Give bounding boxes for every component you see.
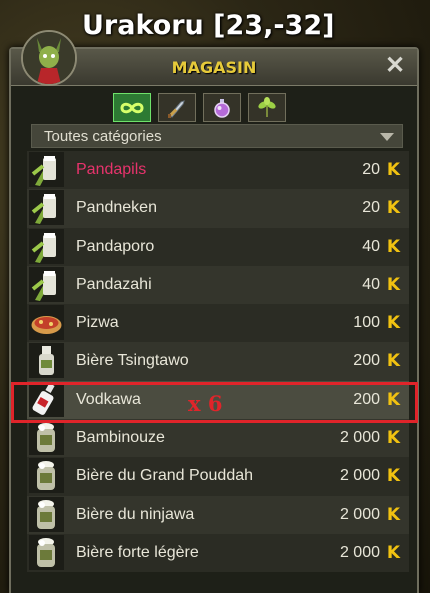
beer-bottle-icon bbox=[29, 343, 64, 379]
item-price: 2 000 bbox=[339, 505, 380, 523]
item-name: Bière du ninjawa bbox=[76, 505, 195, 523]
category-tabs bbox=[113, 93, 286, 122]
bamboo-beer-icon bbox=[29, 152, 64, 187]
avatar[interactable] bbox=[21, 30, 77, 86]
item-name: Bière Tsingtawo bbox=[76, 352, 189, 370]
kama-currency-icon: K bbox=[386, 236, 400, 257]
kama-currency-icon: K bbox=[386, 274, 400, 295]
shop-item-row[interactable]: Bière Tsingtawo 200 K bbox=[27, 342, 409, 381]
item-name: Pandazahi bbox=[76, 275, 152, 293]
item-price: 200 bbox=[353, 352, 380, 370]
jug-icon bbox=[29, 496, 64, 532]
kama-currency-icon: K bbox=[386, 389, 400, 410]
shop-item-row[interactable]: Bière forte légère 2 000 K bbox=[27, 533, 409, 573]
bamboo-beer-icon bbox=[29, 190, 64, 226]
kama-currency-icon: K bbox=[386, 504, 400, 525]
item-price: 2 000 bbox=[339, 429, 380, 447]
jug-icon bbox=[29, 420, 64, 456]
quantity-annotation: x 6 bbox=[188, 391, 223, 416]
shop-window: MAGASIN ✕ Toutes catégories Pandapils 20… bbox=[9, 47, 419, 593]
item-price: 2 000 bbox=[339, 467, 380, 485]
item-price: 20 bbox=[362, 161, 380, 178]
jug-icon bbox=[29, 534, 64, 570]
shop-item-row[interactable]: Pandapils 20 K bbox=[27, 151, 409, 190]
bamboo-beer-icon bbox=[29, 228, 64, 264]
item-name: Bambinouze bbox=[76, 429, 165, 447]
item-price: 100 bbox=[353, 314, 380, 332]
map-title: Urakoru [23,-32] bbox=[82, 10, 335, 41]
leaf-icon bbox=[258, 96, 276, 117]
sword-icon bbox=[168, 99, 185, 118]
potion-icon bbox=[214, 98, 230, 118]
kama-currency-icon: K bbox=[386, 428, 400, 449]
item-price: 20 bbox=[362, 199, 380, 217]
bamboo-beer-icon bbox=[29, 266, 64, 302]
close-button[interactable]: ✕ bbox=[383, 54, 407, 78]
tab-all[interactable] bbox=[113, 93, 151, 122]
kama-currency-icon: K bbox=[386, 542, 400, 563]
jug-icon bbox=[29, 458, 64, 494]
item-name: Vodkawa bbox=[76, 390, 141, 408]
kama-currency-icon: K bbox=[386, 198, 400, 219]
shop-item-row[interactable]: Bière du Grand Pouddah 2 000 K bbox=[27, 457, 409, 496]
tab-consumables[interactable] bbox=[203, 93, 241, 122]
shop-item-row[interactable]: Bambinouze 2 000 K bbox=[27, 419, 409, 458]
item-price: 40 bbox=[362, 275, 380, 293]
item-name: Pandaporo bbox=[76, 237, 155, 255]
item-name: Bière du Grand Pouddah bbox=[76, 467, 254, 485]
shop-item-row[interactable]: Bière du ninjawa 2 000 K bbox=[27, 495, 409, 534]
kama-currency-icon: K bbox=[386, 313, 400, 334]
item-price: 40 bbox=[362, 237, 380, 255]
avatar-portrait-icon bbox=[23, 32, 75, 84]
item-price: 2 000 bbox=[339, 543, 380, 561]
item-list: Pandapils 20 K Pandneken 20 K Pandaporo 40 K Pand… bbox=[27, 151, 409, 573]
kama-currency-icon: K bbox=[386, 466, 400, 487]
category-dropdown[interactable]: Toutes catégories bbox=[31, 124, 403, 148]
chevron-down-icon bbox=[380, 133, 394, 141]
tab-weapons[interactable] bbox=[158, 93, 196, 122]
shop-item-row[interactable]: Pizwa 100 K bbox=[27, 304, 409, 343]
kama-currency-icon: K bbox=[386, 351, 400, 372]
infinity-icon bbox=[120, 102, 144, 113]
vodka-bottle-icon bbox=[29, 381, 64, 417]
item-name: Pizwa bbox=[76, 314, 119, 332]
item-name: Bière forte légère bbox=[76, 543, 199, 561]
shop-item-row[interactable]: Pandneken 20 K bbox=[27, 189, 409, 228]
shop-item-row[interactable]: Pandazahi 40 K bbox=[27, 265, 409, 305]
tab-resources[interactable] bbox=[248, 93, 286, 122]
pizza-icon bbox=[29, 305, 64, 341]
kama-currency-icon: K bbox=[386, 160, 400, 180]
item-name: Pandneken bbox=[76, 199, 157, 217]
item-name: Pandapils bbox=[76, 161, 147, 178]
category-dropdown-value: Toutes catégories bbox=[44, 127, 162, 145]
shop-item-row[interactable]: Pandaporo 40 K bbox=[27, 227, 409, 266]
item-price: 200 bbox=[353, 390, 380, 408]
